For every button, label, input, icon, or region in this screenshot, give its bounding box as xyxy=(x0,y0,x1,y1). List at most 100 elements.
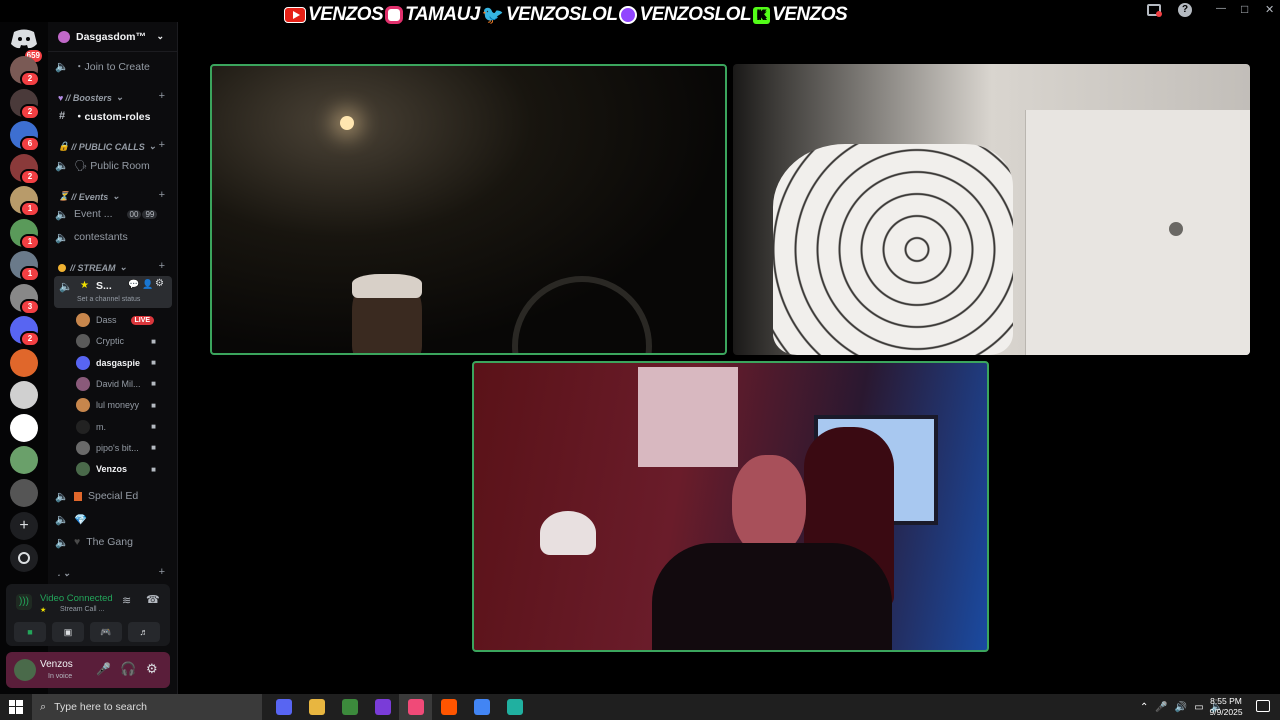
maximize-button[interactable]: □ xyxy=(1241,2,1248,16)
add-channel-icon[interactable]: + xyxy=(159,260,165,272)
server-icon[interactable]: 6 xyxy=(10,121,40,152)
chrome-icon[interactable] xyxy=(465,694,498,720)
avatar xyxy=(76,419,90,434)
channel-public-room[interactable]: 🔈 🗣 Public Room xyxy=(54,155,172,175)
chevron-up-icon[interactable]: ⌃ xyxy=(1140,702,1148,713)
video-tile-3[interactable] xyxy=(472,361,989,652)
unread-badge: 2 xyxy=(20,168,40,185)
network-icon[interactable]: ▭ xyxy=(1194,702,1203,713)
category-public-calls[interactable]: 🔒// PUBLIC CALLS ⌄ xyxy=(58,141,156,152)
activities-button[interactable]: 🎮 xyxy=(90,622,122,642)
volume-icon[interactable]: 🔊 xyxy=(1175,702,1187,713)
voice-user[interactable]: Cryptic ■ xyxy=(76,332,172,350)
server-icon[interactable]: 2 xyxy=(10,316,40,347)
voice-user[interactable]: Dass LIVE xyxy=(76,311,172,329)
camera-button[interactable]: ■ xyxy=(14,622,46,642)
add-channel-icon[interactable]: + xyxy=(159,90,165,102)
app-teal-icon[interactable] xyxy=(498,694,531,720)
voice-user[interactable]: dasgaspie ■ xyxy=(76,354,172,372)
gear-icon[interactable]: ⚙ xyxy=(155,278,164,289)
server-icon[interactable]: 1 xyxy=(10,218,40,250)
channel-event[interactable]: 🔈 Event ... 00 99 xyxy=(54,204,172,224)
channel-join-to-create[interactable]: 🔈 ・Join to Create xyxy=(54,56,172,76)
twitch-icon xyxy=(619,6,638,24)
speaker-icon: 🔈 xyxy=(55,159,69,172)
category-boosters[interactable]: ♥// Boosters ⌄ xyxy=(58,92,123,103)
server-icon[interactable] xyxy=(10,413,38,442)
add-server-icon[interactable]: + xyxy=(10,512,38,540)
steering-wheel xyxy=(512,276,652,353)
file-explorer-icon-glyph xyxy=(308,699,325,715)
server-icon[interactable]: 2 xyxy=(10,56,40,87)
channel-special-ed[interactable]: 🔈 Special Ed xyxy=(54,486,172,506)
home-button[interactable]: 659 xyxy=(10,28,44,64)
voice-user[interactable]: Venzos ■ xyxy=(76,460,172,478)
handle-youtube: VENZOS xyxy=(308,4,384,25)
add-channel-icon[interactable]: + xyxy=(159,566,165,578)
voice-user[interactable]: m. ■ xyxy=(76,418,172,436)
soundcloud-icon[interactable] xyxy=(432,694,465,720)
server-icon[interactable]: 1 xyxy=(10,186,40,217)
file-explorer-icon[interactable] xyxy=(300,694,333,720)
mic-icon[interactable]: 🎤 xyxy=(1155,702,1167,713)
video-tile-2[interactable] xyxy=(733,64,1250,355)
channel-gem[interactable]: 🔈 💎 xyxy=(54,509,172,529)
server-icon[interactable] xyxy=(10,348,38,377)
channel-stream-selected[interactable]: 🔈 ★ S... 💬 👤 ⚙ Set a channel status xyxy=(54,276,172,308)
server-icon[interactable]: 2 xyxy=(10,88,40,120)
clock[interactable]: 8:55 PM 9/9/2025 xyxy=(1206,696,1246,718)
discord-icon[interactable] xyxy=(267,694,300,720)
explore-icon[interactable] xyxy=(10,544,38,572)
video-tile-1[interactable] xyxy=(210,64,727,355)
server-icon[interactable] xyxy=(10,381,38,409)
server-header[interactable]: Dasgasdom™ ⌄ xyxy=(48,22,178,52)
headphones-icon[interactable]: 🎧 xyxy=(120,661,136,677)
voice-user-name: Dass xyxy=(96,315,117,325)
voice-user[interactable]: David Mil... ■ xyxy=(76,375,172,393)
channel-sidebar: Dasgasdom™ ⌄ 🔈 ・Join to Create ♥// Booste… xyxy=(6,22,178,694)
minimize-button[interactable]: — xyxy=(1216,3,1226,14)
server-icon[interactable] xyxy=(10,478,38,507)
noise-suppression-icon[interactable]: ≋ xyxy=(122,594,131,607)
server-icon[interactable]: 3 xyxy=(10,283,40,315)
minecraft-icon[interactable] xyxy=(333,694,366,720)
disconnect-icon[interactable]: ☎ xyxy=(146,593,160,606)
channel-the-gang[interactable]: 🔈 ♥ The Gang xyxy=(54,532,172,552)
inbox-icon[interactable] xyxy=(1147,4,1162,17)
windows-start-icon[interactable] xyxy=(0,694,32,720)
screen-share-button[interactable]: ▣ xyxy=(52,622,84,642)
voice-user[interactable]: pipo's bit... ■ xyxy=(76,439,172,457)
invite-icon[interactable]: 👤 xyxy=(142,279,153,290)
channel-custom-roles[interactable]: # ・custom-roles xyxy=(54,106,172,126)
help-icon[interactable]: ? xyxy=(1178,3,1192,17)
channel-contestants[interactable]: 🔈 contestants xyxy=(54,227,172,247)
add-channel-icon[interactable]: + xyxy=(159,139,165,151)
category-stream[interactable]: // STREAM ⌄ xyxy=(58,262,127,273)
category-label: // Events xyxy=(71,191,109,202)
category-collapsed[interactable]: . ⌄ xyxy=(58,568,71,579)
itunes-icon[interactable] xyxy=(399,694,432,720)
server-icon[interactable]: 1 xyxy=(10,251,40,282)
mic-icon[interactable]: 🎤 xyxy=(96,662,111,676)
channel-status[interactable]: Set a channel status xyxy=(77,296,140,303)
taskbar: ⌕ Type here to search ⌃ 🎤 🔊 ▭ 🔈 8:55 PM … xyxy=(0,694,1280,720)
close-button[interactable]: ✕ xyxy=(1265,3,1274,16)
server-icon[interactable] xyxy=(10,446,38,474)
add-channel-icon[interactable]: + xyxy=(159,189,165,201)
voice-status[interactable]: Video Connected xyxy=(40,593,112,604)
category-events[interactable]: ⏳// Events ⌄ xyxy=(58,191,120,202)
server-icon[interactable]: 2 xyxy=(10,153,40,185)
notifications-icon[interactable] xyxy=(1256,700,1270,712)
voice-user[interactable]: lul moneyy ■ xyxy=(76,396,172,414)
avatar[interactable] xyxy=(14,659,36,681)
channel-label: ・custom-roles xyxy=(74,110,151,123)
camera-icon: ■ xyxy=(151,358,156,368)
wardrobe xyxy=(1025,110,1250,355)
chat-icon[interactable]: 💬 xyxy=(128,279,139,290)
itunes-icon-glyph xyxy=(407,699,424,715)
app-purple-icon[interactable] xyxy=(366,694,399,720)
gear-icon[interactable]: ⚙ xyxy=(146,661,158,677)
taskbar-search[interactable]: ⌕ Type here to search xyxy=(32,694,262,720)
soundboard-button[interactable]: ♬ xyxy=(128,622,160,642)
avatar xyxy=(76,440,90,455)
